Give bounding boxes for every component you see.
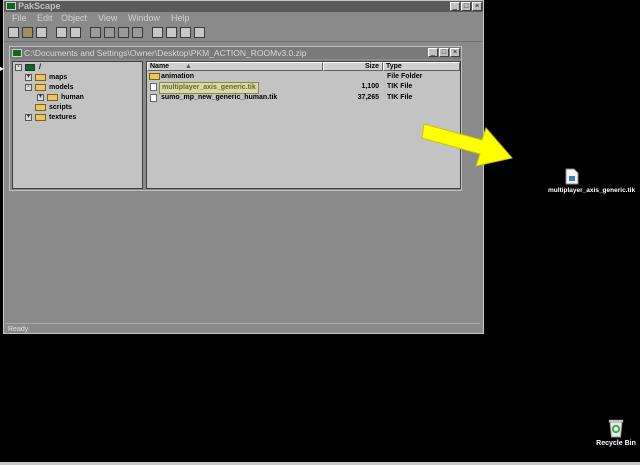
open-folder-icon[interactable] xyxy=(22,27,33,38)
list-row-sumo-mp[interactable]: sumo_mp_new_generic_human.tik 37,265 TIK… xyxy=(149,93,459,103)
details-view-icon[interactable] xyxy=(194,27,205,38)
recycle-bin-label: Recycle Bin xyxy=(596,440,636,447)
cursor-marker: ▸ xyxy=(0,64,5,73)
menu-view[interactable]: View xyxy=(98,12,117,24)
menu-bar: File Edit Object View Window Help xyxy=(4,12,483,24)
tree-expander-maps[interactable]: + xyxy=(25,74,32,81)
tree-item-human[interactable]: + human xyxy=(37,93,137,103)
tree-item-label: textures xyxy=(49,114,77,121)
tree-item-textures[interactable]: + textures xyxy=(25,113,135,123)
archive-icon xyxy=(12,49,22,57)
save-icon[interactable] xyxy=(36,27,47,38)
file-name: animation xyxy=(161,73,195,80)
tree-expander-textures[interactable]: + xyxy=(25,114,32,121)
archive-close-button[interactable]: × xyxy=(450,48,460,57)
file-size: 37,265 xyxy=(357,94,379,101)
toolbar xyxy=(4,25,483,42)
menu-window[interactable]: Window xyxy=(128,12,160,24)
folder-icon xyxy=(149,73,160,80)
delete-icon[interactable] xyxy=(132,27,143,38)
menu-file[interactable]: File xyxy=(12,12,27,24)
recycle-bin[interactable]: Recycle Bin xyxy=(596,418,636,447)
app-title-bar[interactable]: PakScape _ □ × xyxy=(4,1,483,12)
folder-tree[interactable]: - / + maps - models + human scripts + te… xyxy=(12,61,143,189)
menu-edit[interactable]: Edit xyxy=(37,12,53,24)
tree-expander-models[interactable]: - xyxy=(25,84,32,91)
tree-item-label: maps xyxy=(49,74,68,81)
extract-icon[interactable] xyxy=(70,27,81,38)
tree-item-scripts[interactable]: scripts xyxy=(25,103,135,113)
status-text: Ready xyxy=(8,326,29,333)
folder-icon xyxy=(47,94,58,101)
file-type: TIK File xyxy=(387,83,413,90)
file-size: 1,100 xyxy=(361,83,379,90)
folder-icon xyxy=(35,74,46,81)
list-row-animation[interactable]: animation File Folder xyxy=(149,72,459,82)
paste-icon[interactable] xyxy=(118,27,129,38)
large-icons-icon[interactable] xyxy=(152,27,163,38)
add-file-icon[interactable] xyxy=(56,27,67,38)
yellow-arrow-icon xyxy=(421,123,513,167)
tree-root-label: / xyxy=(39,64,41,71)
tree-item-label: models xyxy=(49,84,74,91)
tree-expander-human[interactable]: + xyxy=(37,94,44,101)
cut-icon[interactable] xyxy=(90,27,101,38)
tree-item-models[interactable]: - models xyxy=(25,83,135,93)
desktop-file-label: multiplayer_axis_generic.tik xyxy=(548,187,636,194)
app-minimize-button[interactable]: _ xyxy=(450,2,460,11)
copy-icon[interactable] xyxy=(104,27,115,38)
folder-icon xyxy=(35,114,46,121)
tree-expander-root[interactable]: - xyxy=(15,64,22,71)
status-bar: Ready xyxy=(6,323,480,334)
app-maximize-button[interactable]: □ xyxy=(461,2,471,11)
app-title: PakScape xyxy=(18,1,61,11)
tik-file-icon xyxy=(150,83,157,91)
tree-item-maps[interactable]: + maps xyxy=(25,73,135,83)
file-type: TIK File xyxy=(387,94,413,101)
menu-help[interactable]: Help xyxy=(171,12,190,24)
tree-root[interactable]: - / xyxy=(15,63,135,73)
archive-title: C:\Documents and Settings\Owner\Desktop\… xyxy=(24,48,307,58)
drive-icon xyxy=(25,64,35,71)
tree-item-label: scripts xyxy=(49,104,72,111)
file-list[interactable]: Name ▲ Size Type animation File Folder m… xyxy=(146,61,461,189)
sort-ascending-icon: ▲ xyxy=(185,63,192,70)
archive-minimize-button[interactable]: _ xyxy=(428,48,438,57)
column-header-type[interactable]: Type xyxy=(383,62,460,71)
folder-open-icon xyxy=(35,84,46,91)
file-type: File Folder xyxy=(387,73,423,80)
tik-file-icon xyxy=(150,94,157,102)
recycle-bin-icon xyxy=(608,419,624,438)
pakscape-app-icon xyxy=(6,2,16,10)
folder-icon xyxy=(35,104,46,111)
tree-item-label: human xyxy=(61,94,84,101)
small-icons-icon[interactable] xyxy=(166,27,177,38)
desktop-file-icon[interactable]: multiplayer_axis_generic.tik xyxy=(548,168,636,195)
archive-maximize-button[interactable]: □ xyxy=(439,48,449,57)
column-header-name[interactable]: Name ▲ xyxy=(147,62,323,71)
file-name: sumo_mp_new_generic_human.tik xyxy=(161,94,278,101)
column-header-size[interactable]: Size xyxy=(323,62,383,71)
list-view-icon[interactable] xyxy=(180,27,191,38)
tik-file-icon xyxy=(565,168,579,185)
archive-title-bar[interactable]: C:\Documents and Settings\Owner\Desktop\… xyxy=(10,47,461,59)
app-close-button[interactable]: × xyxy=(472,2,482,11)
menu-object[interactable]: Object xyxy=(61,12,87,24)
list-row-multiplayer-axis[interactable]: multiplayer_axis_generic.tik 1,100 TIK F… xyxy=(149,82,459,94)
new-file-icon[interactable] xyxy=(8,27,19,38)
column-header-label: Name xyxy=(150,63,170,70)
archive-window: C:\Documents and Settings\Owner\Desktop\… xyxy=(9,46,462,191)
